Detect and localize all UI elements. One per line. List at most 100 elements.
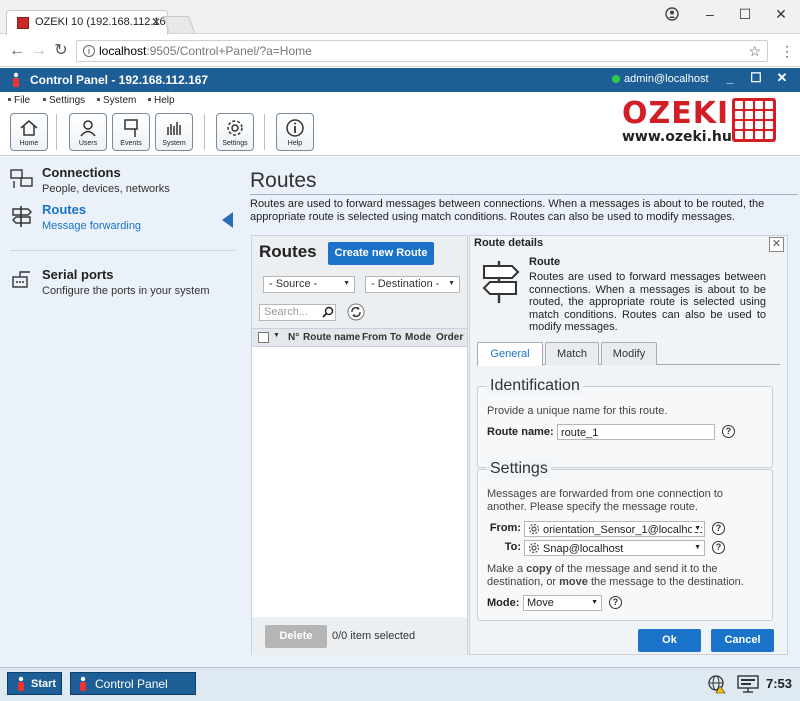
sidebar-item-connections[interactable]: Connections People, devices, networks	[10, 165, 235, 199]
route-details-title: Route details	[474, 237, 544, 249]
tab-close-icon[interactable]: ✕	[151, 15, 161, 29]
back-arrow-icon[interactable]: ←	[8, 42, 26, 60]
toolbar-users-label: Users	[78, 140, 98, 147]
route-name-input[interactable]	[557, 424, 715, 440]
cancel-button[interactable]: Cancel	[711, 629, 774, 652]
column-number[interactable]: N°	[288, 332, 299, 343]
source-filter-value: - Source -	[269, 278, 318, 290]
toolbar-users-button[interactable]: Users	[69, 113, 107, 151]
online-status-icon	[612, 75, 620, 83]
toolbar-home-button[interactable]: Home	[10, 113, 48, 151]
settings-legend: Settings	[487, 460, 551, 478]
mode-select[interactable]: Move ▼	[523, 595, 602, 611]
app-title: Control Panel - 192.168.112.167	[30, 73, 209, 87]
column-mode[interactable]: Mode	[405, 332, 431, 343]
destination-filter-select[interactable]: - Destination - ▼	[365, 276, 460, 293]
toolbar-settings-button[interactable]: Settings	[216, 113, 254, 151]
route-heading: Route	[529, 256, 561, 268]
to-connection-select[interactable]: Snap@localhost ▼	[524, 540, 705, 556]
route-details-panel: Route details ✕ Route Routes are used to…	[469, 235, 788, 655]
menu-settings[interactable]: Settings	[43, 95, 85, 106]
app-maximize-button[interactable]: ☐	[746, 70, 766, 86]
selection-status: 0/0 item selected	[332, 630, 416, 642]
column-to[interactable]: To	[390, 332, 401, 343]
detail-tabs: General Match Modify	[477, 342, 780, 366]
browser-menu-icon[interactable]: ⋮	[778, 42, 796, 60]
tab-general[interactable]: General	[477, 342, 543, 366]
forward-arrow-icon[interactable]: →	[30, 42, 48, 60]
app-close-button[interactable]: ✕	[772, 70, 792, 86]
sidebar-item-sublabel: Configure the ports in your system	[42, 285, 210, 297]
menu-file[interactable]: File	[8, 95, 30, 106]
control-panel-task-button[interactable]: Control Panel	[70, 672, 196, 695]
sidebar-item-label: Connections	[42, 165, 121, 180]
app-minimize-button[interactable]: _	[720, 70, 740, 85]
ok-button[interactable]: Ok	[638, 629, 701, 652]
network-globe-icon[interactable]	[707, 674, 727, 694]
sidebar-item-serial-ports[interactable]: Serial ports Configure the ports in your…	[10, 267, 235, 301]
toolbar-events-button[interactable]: Events	[112, 113, 150, 151]
page-description: Routes are used to forward messages betw…	[250, 198, 765, 223]
from-help-icon[interactable]: ?	[712, 522, 725, 535]
route-name-help-icon[interactable]: ?	[722, 425, 735, 438]
source-filter-select[interactable]: - Source - ▼	[263, 276, 355, 293]
select-all-checkbox[interactable]	[258, 332, 269, 343]
serial-port-icon	[12, 271, 30, 288]
to-help-icon[interactable]: ?	[712, 541, 725, 554]
bookmark-star-icon[interactable]: ☆	[748, 43, 761, 60]
user-status[interactable]: admin@localhost	[612, 73, 709, 85]
logo-url: www.ozeki.hu	[622, 129, 732, 145]
home-icon	[20, 120, 38, 136]
search-icon[interactable]	[322, 306, 334, 318]
maximize-button[interactable]: ☐	[728, 4, 762, 24]
main-content: Routes Routes are used to forward messag…	[238, 157, 800, 667]
sidebar-item-routes[interactable]: Routes Message forwarding	[10, 202, 235, 236]
user-name: admin@localhost	[624, 73, 709, 85]
column-route-name[interactable]: Route name	[303, 332, 360, 343]
minimize-button[interactable]: –	[693, 4, 727, 24]
tab-match[interactable]: Match	[545, 342, 599, 365]
ozeki-logo: OZEKI www.ozeki.hu	[622, 96, 782, 148]
column-from[interactable]: From	[362, 332, 387, 343]
toolbar-system-button[interactable]: System	[155, 113, 193, 151]
create-new-route-button[interactable]: Create new Route	[328, 242, 434, 265]
url-input[interactable]: i localhost:9505/Control+Panel/?a=Home ☆	[76, 40, 768, 62]
users-icon	[80, 120, 96, 137]
to-label: To:	[504, 541, 521, 553]
column-order[interactable]: Order	[436, 332, 463, 343]
menu-system[interactable]: System	[97, 95, 136, 106]
browser-tab[interactable]: OZEKI 10 (192.168.112.16 ✕	[6, 10, 168, 35]
events-icon	[124, 119, 138, 137]
toolbar-events-label: Events	[120, 140, 142, 147]
new-tab-button[interactable]	[162, 16, 196, 33]
delete-button[interactable]: Delete	[265, 625, 327, 648]
profile-icon[interactable]	[655, 4, 689, 24]
mode-help-icon[interactable]: ?	[609, 596, 622, 609]
routes-signpost-icon	[12, 206, 32, 227]
copy-move-description: Make a copy of the message and send it t…	[487, 563, 759, 589]
info-icon[interactable]: i	[83, 45, 95, 57]
refresh-icon[interactable]	[347, 303, 365, 321]
sidebar-item-label: Routes	[42, 202, 87, 217]
reload-icon[interactable]: ↻	[52, 42, 70, 60]
dropdown-arrow-icon: ▼	[692, 544, 701, 551]
close-window-button[interactable]: ✕	[764, 4, 798, 24]
toolbar-settings-label: Settings	[222, 140, 248, 147]
sidebar-item-label: Serial ports	[42, 267, 114, 282]
tab-modify[interactable]: Modify	[601, 342, 657, 365]
copy-move-text-3: the message to the destination.	[587, 576, 744, 588]
logo-keypad-icon	[732, 98, 776, 142]
from-connection-select[interactable]: orientation_Sensor_1@localhost ▼	[524, 521, 705, 537]
start-button[interactable]: Start	[7, 672, 62, 695]
close-details-icon[interactable]: ✕	[769, 237, 784, 252]
connections-icon	[10, 169, 33, 188]
destination-filter-value: - Destination -	[371, 278, 440, 290]
connection-gear-icon	[528, 523, 540, 535]
menu-help[interactable]: Help	[148, 95, 175, 106]
toolbar-help-button[interactable]: Help	[276, 113, 314, 151]
monitor-icon[interactable]	[736, 674, 760, 694]
select-menu-arrow-icon[interactable]: ▼	[273, 332, 280, 339]
title-divider	[250, 194, 798, 195]
dropdown-arrow-icon: ▼	[448, 280, 455, 287]
mode-label: Mode:	[487, 597, 520, 609]
